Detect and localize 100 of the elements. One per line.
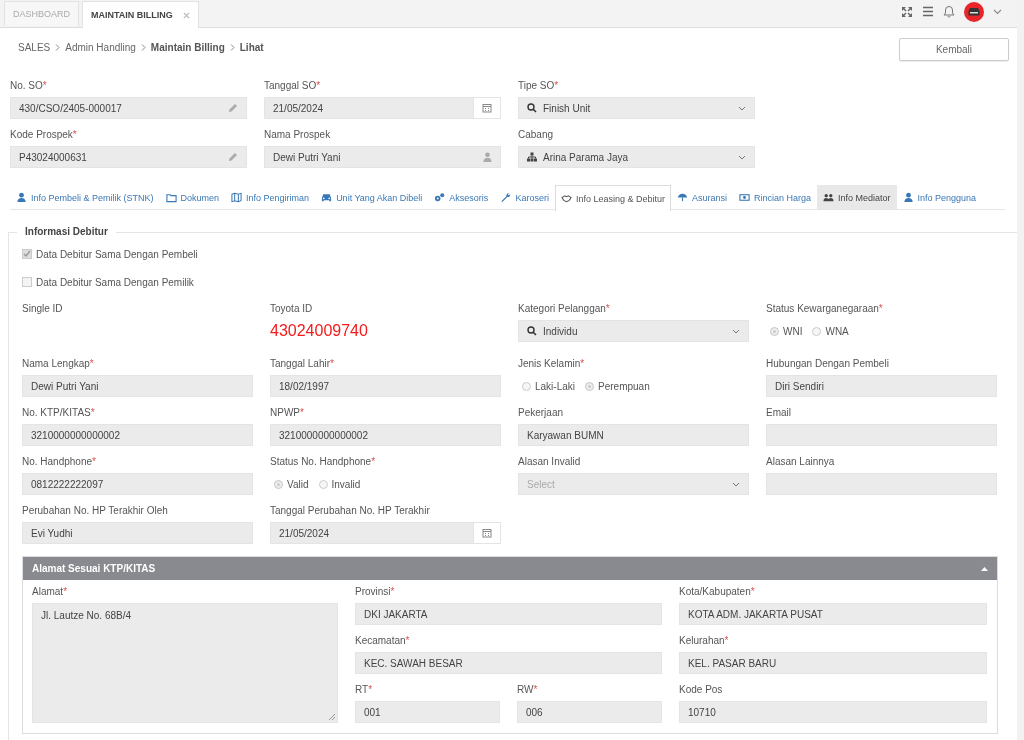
gears-icon: [434, 192, 446, 203]
close-icon[interactable]: [182, 11, 190, 19]
chevron-down-icon: [738, 105, 746, 111]
section-tab[interactable]: Info Pengiriman: [225, 185, 316, 209]
section-tab[interactable]: Karoseri: [494, 185, 555, 209]
breadcrumb-link[interactable]: Maintain Billing: [150, 42, 225, 53]
input-field[interactable]: [766, 473, 997, 495]
search-icon: [527, 103, 537, 113]
input-field[interactable]: 0812222222097: [22, 473, 253, 495]
car-icon: [321, 192, 333, 203]
select-field[interactable]: Individu: [518, 320, 749, 342]
avatar-icon[interactable]: [964, 1, 984, 22]
input-field[interactable]: Dewi Putri Yani: [264, 146, 501, 168]
input-field[interactable]: KOTA ADM. JAKARTA PUSAT: [679, 603, 987, 625]
calendar-button[interactable]: [473, 97, 501, 119]
input-field[interactable]: [766, 424, 997, 446]
caret-down-icon[interactable]: [993, 8, 1002, 15]
input-field[interactable]: 430/CSO/2405-000017: [10, 97, 247, 119]
section-tab[interactable]: Asuransi: [670, 185, 733, 209]
field-label: Single ID: [22, 303, 64, 315]
radio-label: Laki-Laki: [535, 380, 576, 392]
collapse-caret-icon[interactable]: [981, 566, 988, 571]
field-label: Alasan Invalid: [518, 456, 582, 468]
section-tab[interactable]: Info Pengguna: [896, 185, 983, 209]
field-label: Kode Pos: [679, 684, 724, 696]
bell-icon[interactable]: [943, 5, 955, 18]
select-field[interactable]: Finish Unit: [518, 97, 755, 119]
fullscreen-icon[interactable]: [901, 5, 913, 18]
field-label: Alasan Lainnya: [766, 456, 836, 468]
radio-button[interactable]: [812, 326, 822, 336]
calendar-button[interactable]: [473, 522, 501, 544]
input-field[interactable]: 18/02/1997: [270, 375, 501, 397]
section-tab[interactable]: Aksesoris: [428, 185, 495, 209]
field-label: Email: [766, 407, 792, 419]
chevron-down-icon: [732, 481, 740, 487]
radio-button[interactable]: [522, 381, 531, 391]
input-field[interactable]: KEL. PASAR BARU: [679, 652, 987, 674]
person-icon: [16, 192, 27, 203]
section-tab[interactable]: Info Pembeli & Pemilik (STNK): [10, 185, 160, 209]
field-label: Kota/Kabupaten*: [679, 586, 756, 598]
wrench-icon: [500, 192, 512, 203]
person-icon: [902, 192, 914, 203]
section-tab[interactable]: Unit Yang Akan Dibeli: [315, 185, 429, 209]
field-label: Nama Lengkap*: [22, 358, 95, 370]
field-label: Kelurahan*: [679, 635, 730, 647]
checkbox-label: Data Debitur Sama Dengan Pembeli: [36, 248, 198, 260]
input-field[interactable]: Karyawan BUMN: [518, 424, 749, 446]
input-field[interactable]: Diri Sendiri: [766, 375, 997, 397]
radio-label: Valid: [287, 478, 309, 490]
field-label: Tanggal Lahir*: [270, 358, 335, 370]
folder-icon: [165, 192, 177, 203]
date-field[interactable]: 21/05/2024: [264, 97, 501, 119]
section-title: Informasi Debitur: [17, 226, 116, 237]
date-field[interactable]: 21/05/2024: [270, 522, 501, 544]
field-label: Nama Prospek: [264, 129, 332, 141]
section-tab[interactable]: Rincian Harga: [732, 185, 817, 209]
person-icon: [483, 152, 492, 162]
textarea-field[interactable]: Jl. Lautze No. 68B/4: [32, 603, 338, 723]
breadcrumb-link[interactable]: SALES: [18, 42, 51, 53]
input-field[interactable]: 001: [355, 701, 500, 723]
input-field[interactable]: Evi Yudhi: [22, 522, 253, 544]
input-field[interactable]: 3210000000000002: [270, 424, 501, 446]
radio-label: Invalid: [331, 478, 361, 490]
field-label: Cabang: [518, 129, 555, 141]
field-label: Tanggal Perubahan No. HP Terakhir: [270, 505, 431, 517]
radio-button[interactable]: [274, 479, 283, 489]
panel-title: Alamat Sesuai KTP/KITAS: [32, 563, 156, 574]
radio-button[interactable]: [585, 381, 595, 391]
chevron-down-icon: [738, 154, 746, 160]
select-field[interactable]: Arina Parama Jaya: [518, 146, 755, 168]
breadcrumb-link[interactable]: Lihat: [239, 42, 264, 53]
chevron-right-icon: [140, 44, 146, 51]
map-icon: [231, 192, 243, 203]
field-label: Kode Prospek*: [10, 129, 78, 141]
breadcrumb-link[interactable]: Admin Handling: [65, 42, 136, 53]
field-label: Tipe SO*: [518, 80, 560, 92]
radio-button[interactable]: [770, 326, 779, 336]
back-button[interactable]: Kembali: [899, 38, 1009, 61]
menu-icon[interactable]: [922, 6, 934, 17]
field-label: Status Kewarganegaraan*: [766, 303, 884, 315]
field-label: RW*: [517, 684, 539, 696]
input-field[interactable]: 3210000000000002: [22, 424, 253, 446]
section-tab[interactable]: Info Mediator: [817, 185, 897, 209]
field-label: Perubahan No. HP Terakhir Oleh: [22, 505, 169, 517]
field-label: Alamat*: [32, 586, 69, 598]
input-field[interactable]: DKI JAKARTA: [355, 603, 662, 625]
input-field[interactable]: P43024000631: [10, 146, 247, 168]
checkbox[interactable]: [22, 249, 32, 259]
input-field[interactable]: 006: [517, 701, 662, 723]
page-tab[interactable]: MAINTAIN BILLING: [82, 1, 199, 28]
resize-grip-icon[interactable]: [329, 714, 335, 720]
banknote-icon: [738, 192, 750, 203]
checkbox[interactable]: [22, 277, 32, 287]
radio-button[interactable]: [318, 479, 328, 489]
section-tab[interactable]: Info Leasing & Debitur: [554, 185, 671, 211]
section-tab[interactable]: Dokumen: [159, 185, 226, 209]
input-field[interactable]: 10710: [679, 701, 987, 723]
input-field[interactable]: KEC. SAWAH BESAR: [355, 652, 662, 674]
radio-label: WNA: [825, 325, 849, 337]
input-field[interactable]: Dewi Putri Yani: [22, 375, 253, 397]
